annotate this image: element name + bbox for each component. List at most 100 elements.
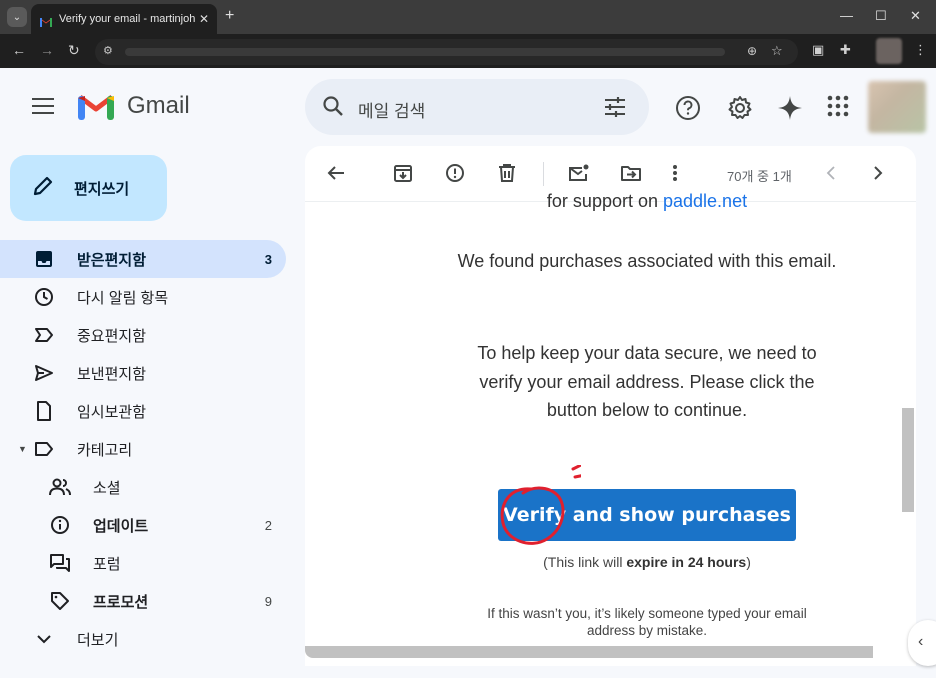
expire-prefix: (This link will [543,554,627,570]
older-chevron-icon[interactable] [825,166,837,185]
caret-down-icon[interactable]: ▼ [18,444,27,454]
sidebar-item-label: 카테고리 [77,441,133,459]
support-line: for support on paddle.net [457,187,837,216]
tab-close-icon[interactable]: ✕ [199,12,209,26]
archive-icon[interactable] [393,163,413,188]
sidebar-item-label: 포럼 [93,555,121,573]
compose-label: 편지쓰기 [74,180,130,198]
sidebar-item-label: 받은편지함 [77,251,147,269]
settings-gear-icon[interactable] [727,95,753,126]
mark-unread-icon[interactable] [568,163,590,188]
sidebar-item-drafts[interactable]: 임시보관함 [0,392,286,430]
inbox-icon [33,250,55,268]
browser-profile-avatar[interactable] [876,38,902,64]
purchases-paragraph: We found purchases associated with this … [457,251,837,271]
minimize-button[interactable]: — [840,8,853,23]
mistake-notice: If this wasn’t you, it’s likely someone … [487,606,807,638]
sidebar-item-label: 임시보관함 [77,403,147,421]
search-options-icon[interactable] [603,96,627,123]
gmail-logo-icon[interactable] [78,93,114,121]
bookmark-star-icon[interactable]: ☆ [771,43,783,59]
horizontal-scrollbar[interactable] [305,646,873,658]
expire-note: (This link will expire in 24 hours) [457,554,837,570]
pencil-icon [32,175,54,202]
sidebar-item-promotions[interactable]: 프로모션 9 [0,582,286,620]
reload-icon[interactable]: ↻ [68,42,80,59]
side-panel-toggle[interactable]: ‹ [908,620,936,666]
maximize-button[interactable]: ☐ [875,8,887,24]
paddle-link[interactable]: paddle.net [663,191,747,211]
search-bar[interactable]: 메일 검색 [305,79,649,135]
sidebar-item-label: 업데이트 [93,517,149,535]
back-icon[interactable]: ← [12,42,26,58]
help-icon[interactable] [675,95,701,126]
extension-icon[interactable]: ▣ [812,42,824,58]
site-info-icon[interactable]: ⚙ [103,44,113,57]
support-text: for support on [546,191,663,211]
gmail-wordmark[interactable]: Gmail [127,92,190,120]
browser-titlebar: ⌄ Verify your email - martinjohn ✕ + — ☐… [0,0,936,34]
label-icon [33,441,55,457]
sidebar-item-snoozed[interactable]: 다시 알림 항목 [0,278,286,316]
new-tab-button[interactable]: + [225,7,234,25]
browser-tab[interactable]: Verify your email - martinjohn ✕ [31,4,217,34]
mail-pane: 70개 중 1개 for support on paddle.net We fo… [305,146,916,666]
sidebar-item-sent[interactable]: 보낸편지함 [0,354,286,392]
report-spam-icon[interactable] [445,163,465,188]
more-options-icon[interactable] [672,163,678,188]
move-to-icon[interactable] [620,163,642,188]
email-body: for support on paddle.net We found purch… [305,191,916,666]
draft-icon [33,401,55,421]
sidebar-nav: 받은편지함 3 다시 알림 항목 중요편지함 보낸편지함 임시보관함 ▼ 카테고… [0,240,290,658]
toolbar-divider [543,162,544,186]
apps-grid-icon[interactable] [827,95,849,122]
address-bar[interactable]: ⚙ ⊕ ☆ [95,39,798,65]
verify-paragraph: To help keep your data secure, we need t… [477,343,817,420]
snooze-icon [33,287,55,307]
zoom-icon[interactable]: ⊕ [747,44,757,58]
account-avatar[interactable] [868,81,926,133]
delete-icon[interactable] [498,163,516,188]
newer-chevron-icon[interactable] [872,166,884,185]
url-redacted [125,48,725,56]
search-icon[interactable] [321,94,345,123]
sidebar-item-inbox[interactable]: 받은편지함 3 [0,240,286,278]
compose-button[interactable]: 편지쓰기 [10,155,167,221]
tab-search-button[interactable]: ⌄ [7,7,27,27]
main-menu-icon[interactable] [32,98,54,119]
unread-count: 2 [264,517,272,533]
sidebar-item-categories[interactable]: ▼ 카테고리 [0,430,286,468]
sidebar-item-label: 더보기 [77,631,119,649]
sidebar-item-forums[interactable]: 포럼 [0,544,286,582]
gmail-favicon-icon [39,14,53,27]
browser-toolbar: ← → ↻ ⚙ ⊕ ☆ ▣ ✚ ⋮ [0,34,936,68]
extensions-puzzle-icon[interactable]: ✚ [840,42,851,58]
unread-count: 9 [264,593,272,609]
sidebar-item-social[interactable]: 소셜 [0,468,286,506]
browser-menu-icon[interactable]: ⋮ [914,42,927,58]
sidebar-item-label: 중요편지함 [77,327,147,345]
vertical-scrollbar[interactable] [902,408,914,512]
updates-icon [49,515,71,535]
tab-title: Verify your email - martinjohn [59,13,195,25]
social-icon [49,478,71,496]
chevron-left-icon: ‹ [918,633,924,650]
sidebar-item-label: 다시 알림 항목 [77,289,169,307]
gemini-sparkle-icon[interactable] [777,95,803,126]
forward-icon[interactable]: → [40,42,54,58]
unread-count: 3 [264,251,272,267]
pagination-label: 70개 중 1개 [727,169,792,184]
back-arrow-icon[interactable] [326,163,346,188]
sidebar-item-updates[interactable]: 업데이트 2 [0,506,286,544]
sidebar-item-more[interactable]: 더보기 [0,620,286,658]
close-window-button[interactable]: ✕ [910,8,921,24]
important-icon [33,327,55,343]
expire-suffix: ) [746,554,751,570]
expire-bold: expire in 24 hours [626,554,747,570]
promotions-icon [49,591,71,611]
sidebar-item-label: 소셜 [93,479,121,497]
sidebar-item-important[interactable]: 중요편지함 [0,316,286,354]
sidebar-item-label: 프로모션 [93,593,149,611]
search-input[interactable]: 메일 검색 [358,97,425,122]
send-icon [33,364,55,382]
